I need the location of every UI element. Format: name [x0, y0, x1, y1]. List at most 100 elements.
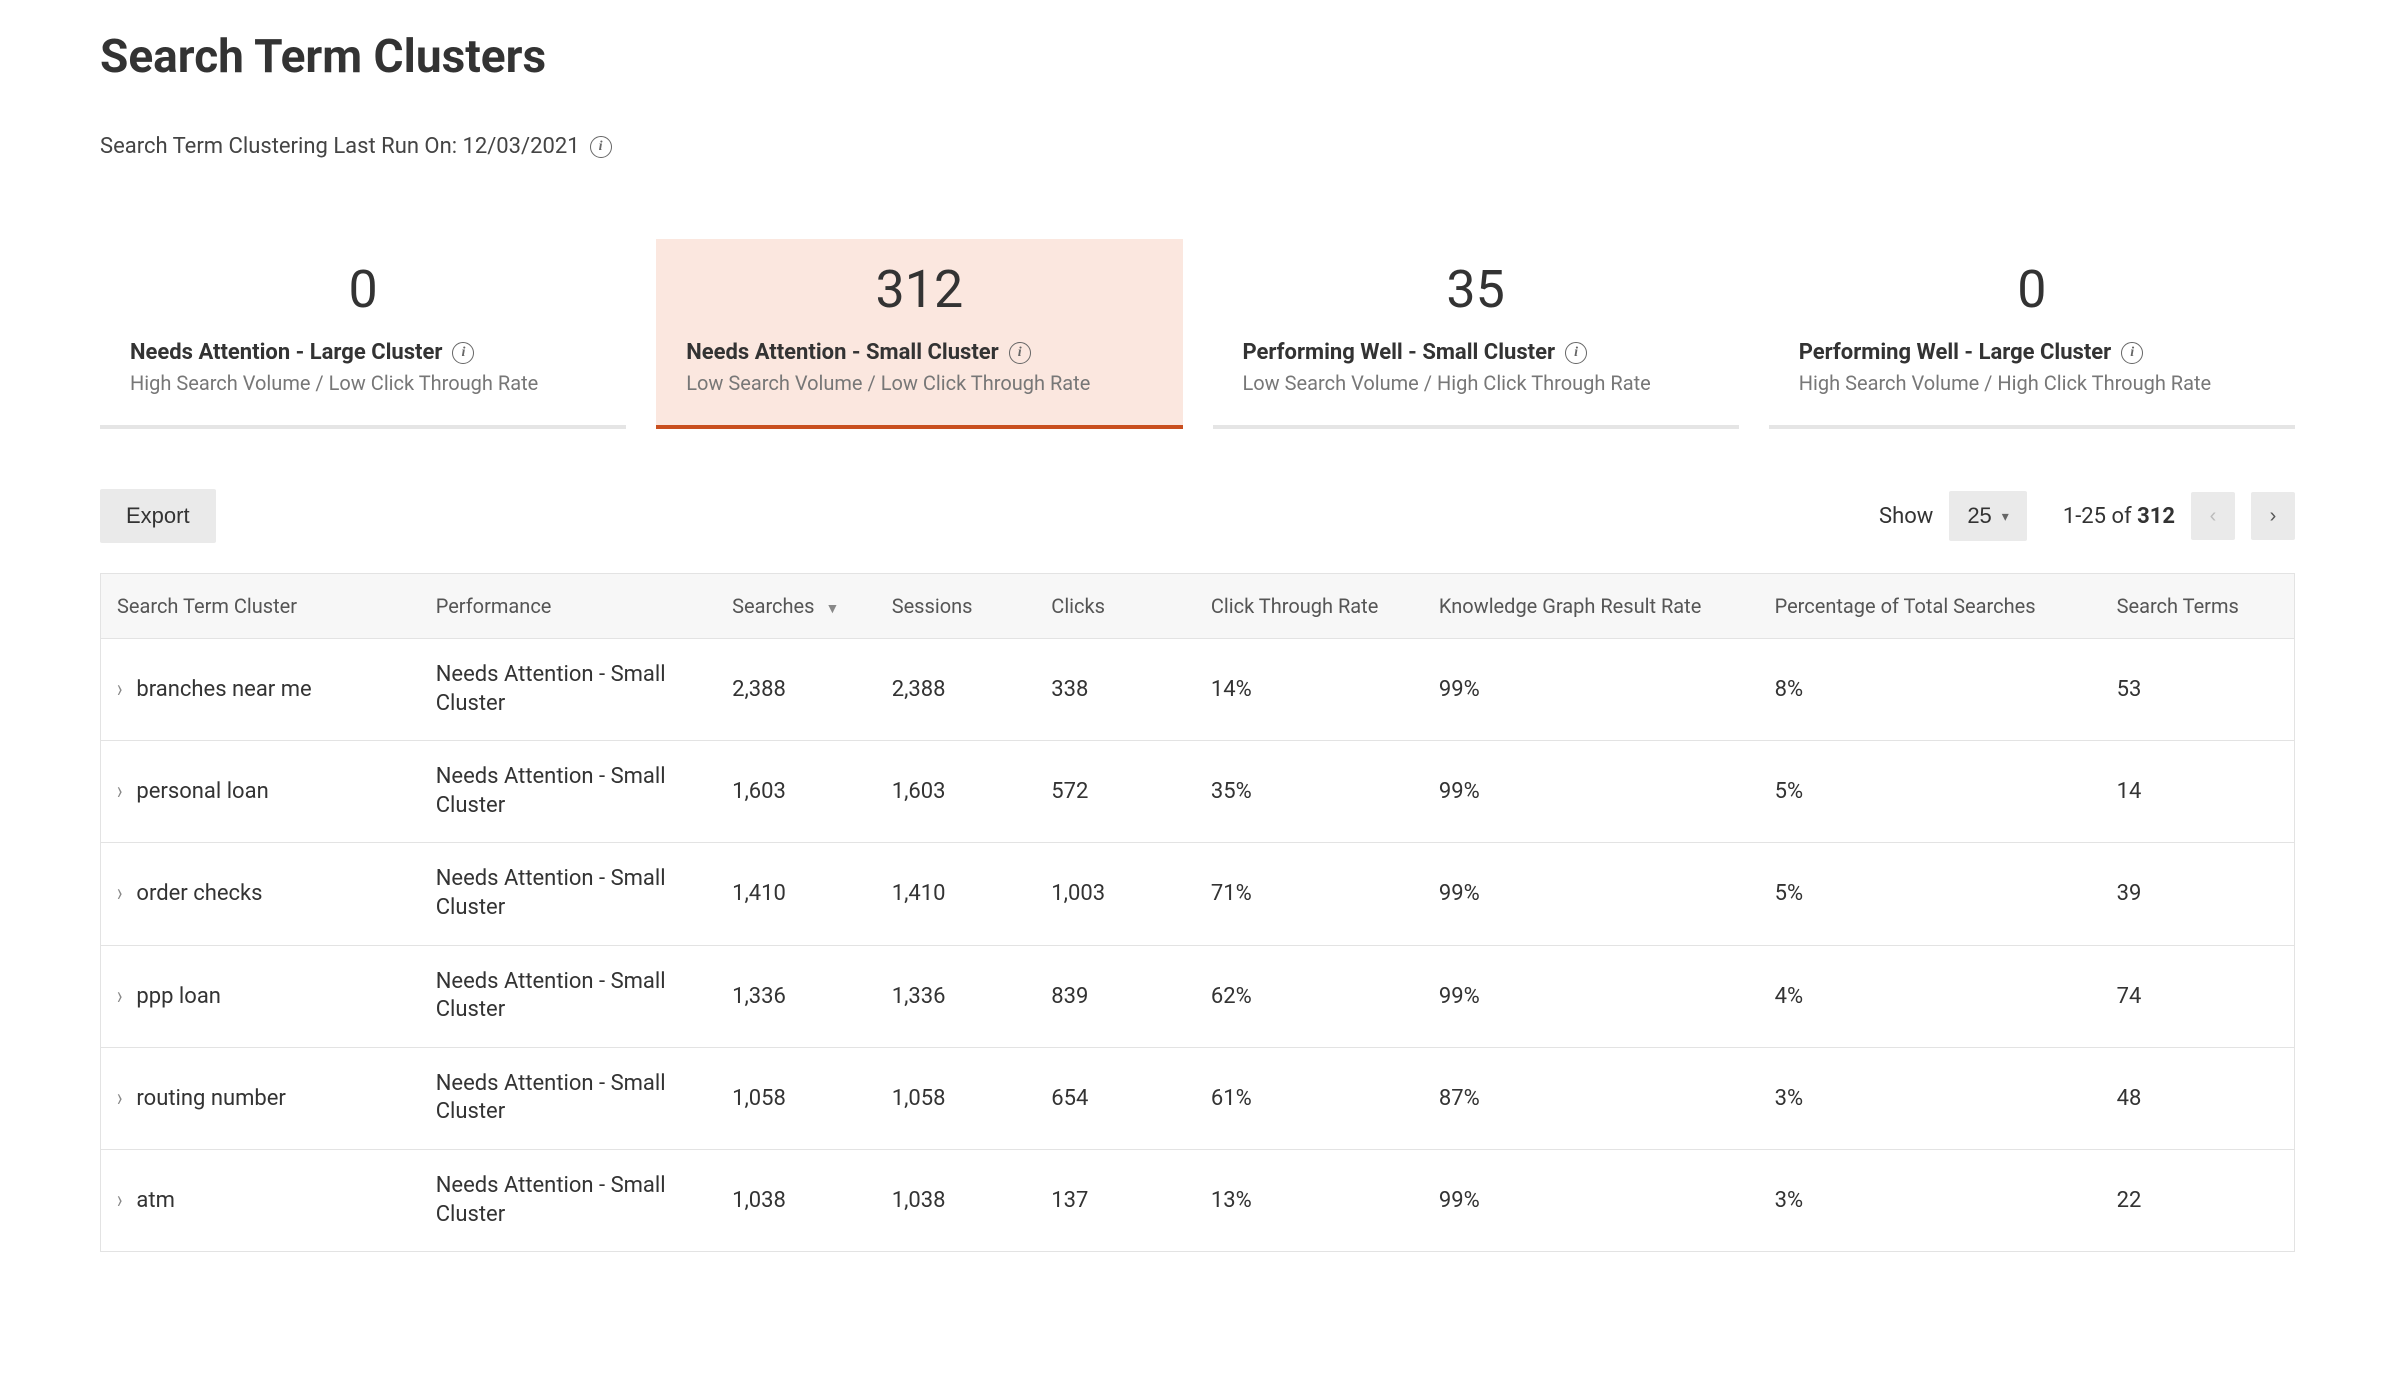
chevron-right-icon[interactable]: › — [117, 777, 122, 806]
summary-card[interactable]: 312 Needs Attention - Small Clusteri Low S… — [656, 239, 1182, 429]
info-icon[interactable]: i — [2121, 342, 2143, 364]
cell-sessions: 1,058 — [876, 1047, 1036, 1149]
cell-cluster[interactable]: ›branches near me — [101, 639, 420, 741]
summary-card[interactable]: 0 Needs Attention - Large Cluster i High Se… — [100, 239, 626, 429]
cell-ctr: 61% — [1195, 1047, 1423, 1149]
cell-pct: 5% — [1759, 741, 2101, 843]
cell-kg: 87% — [1423, 1047, 1759, 1149]
card-subtitle: High Search Volume / Low Click Through R… — [110, 371, 616, 395]
page-range-total: 312 — [2137, 504, 2175, 529]
sort-desc-icon: ▼ — [825, 600, 839, 617]
col-header-searches[interactable]: Searches ▼ — [716, 574, 876, 639]
summary-card[interactable]: 0Performing Well - Large ClusteriHigh Se… — [1769, 239, 2295, 429]
cell-searches: 1,336 — [716, 945, 876, 1047]
cell-clicks: 654 — [1035, 1047, 1195, 1149]
cell-cluster[interactable]: › ppp loan — [101, 945, 420, 1047]
card-title-row: Needs Attention - Large Cluster i — [110, 340, 616, 365]
card-subtitle: Low Search Volume / Low Click Through Ra… — [666, 371, 1172, 395]
col-header-cluster[interactable]: Search Term Cluster — [101, 574, 420, 639]
info-icon[interactable]: i — [1565, 342, 1587, 364]
card-subtitle: High Search Volume / High Click Through … — [1779, 371, 2285, 395]
cell-terms: 39 — [2101, 843, 2295, 945]
pagination: Show 25 ▾ 1-25 of 312 ‹ › — [1879, 491, 2295, 541]
cluster-name: ppp loan — [136, 984, 221, 1009]
cluster-name: atm — [136, 1188, 174, 1213]
card-title: Performing Well - Small Cluster — [1243, 340, 1556, 365]
col-header-ctr[interactable]: Click Through Rate — [1195, 574, 1423, 639]
info-icon[interactable]: i — [590, 136, 612, 158]
cell-terms: 48 — [2101, 1047, 2295, 1149]
col-header-searches-label: Searches — [732, 594, 814, 618]
cell-performance: Needs Attention - Small Cluster — [420, 1047, 716, 1149]
cell-pct: 8% — [1759, 639, 2101, 741]
col-header-performance[interactable]: Performance — [420, 574, 716, 639]
card-title-row: Needs Attention - Small Clusteri — [666, 340, 1172, 365]
cell-searches: 1,603 — [716, 741, 876, 843]
table-row: › ppp loan Needs Attention - Small Cluster… — [101, 945, 2295, 1047]
cell-performance: Needs Attention - Small Cluster — [420, 945, 716, 1047]
cluster-table: Search Term Cluster Performance Searches… — [100, 573, 2295, 1252]
cell-ctr: 13% — [1195, 1149, 1423, 1251]
cluster-name: order checks — [136, 881, 262, 906]
chevron-right-icon[interactable]: › — [117, 981, 122, 1010]
cell-kg: 99% — [1423, 945, 1759, 1047]
page-size-value: 25 — [1967, 503, 1991, 529]
cell-performance: Needs Attention - Small Cluster — [420, 843, 716, 945]
cell-cluster[interactable]: › atm — [101, 1149, 420, 1251]
cell-sessions: 1,336 — [876, 945, 1036, 1047]
cell-searches: 1,038 — [716, 1149, 876, 1251]
chevron-right-icon[interactable]: › — [117, 675, 122, 704]
cell-ctr: 62% — [1195, 945, 1423, 1047]
page-size-select[interactable]: 25 ▾ — [1949, 491, 2027, 541]
page-range: 1-25 of 312 — [2063, 504, 2175, 529]
chevron-right-icon[interactable]: › — [117, 879, 122, 908]
summary-cards: 0 Needs Attention - Large Cluster i High Se… — [100, 239, 2295, 429]
cell-searches: 1,058 — [716, 1047, 876, 1149]
col-header-clicks[interactable]: Clicks — [1035, 574, 1195, 639]
export-button[interactable]: Export — [100, 489, 216, 543]
table-row: ›branches near meNeeds Attention - Small… — [101, 639, 2295, 741]
prev-page-button[interactable]: ‹ — [2191, 492, 2235, 540]
card-value: 0 — [110, 259, 616, 320]
show-label: Show — [1879, 504, 1933, 529]
cell-searches: 1,410 — [716, 843, 876, 945]
info-icon[interactable]: i — [452, 342, 474, 364]
cell-cluster[interactable]: ›routing number — [101, 1047, 420, 1149]
cell-pct: 3% — [1759, 1047, 2101, 1149]
last-run-row: Search Term Clustering Last Run On: 12/0… — [100, 134, 2295, 159]
col-header-pct-total[interactable]: Percentage of Total Searches — [1759, 574, 2101, 639]
toolbar: Export Show 25 ▾ 1-25 of 312 ‹ › — [100, 489, 2295, 543]
chevron-right-icon[interactable]: › — [117, 1084, 122, 1113]
chevron-right-icon[interactable]: › — [117, 1186, 122, 1215]
chevron-down-icon: ▾ — [2002, 508, 2009, 525]
cell-sessions: 1,038 — [876, 1149, 1036, 1251]
table-header-row: Search Term Cluster Performance Searches… — [101, 574, 2295, 639]
cell-cluster[interactable]: › order checks — [101, 843, 420, 945]
col-header-kg[interactable]: Knowledge Graph Result Rate — [1423, 574, 1759, 639]
page-range-current: 1-25 — [2063, 504, 2106, 529]
cell-cluster[interactable]: ›personal loan — [101, 741, 420, 843]
card-title: Needs Attention - Large Cluster — [130, 340, 442, 365]
next-page-button[interactable]: › — [2251, 492, 2295, 540]
card-value: 312 — [666, 259, 1172, 320]
summary-card[interactable]: 35Performing Well - Small ClusteriLow Se… — [1213, 239, 1739, 429]
cell-kg: 99% — [1423, 741, 1759, 843]
page-title: Search Term Clusters — [100, 30, 2295, 84]
table-row: ›personal loanNeeds Attention - Small Cl… — [101, 741, 2295, 843]
col-header-sessions[interactable]: Sessions — [876, 574, 1036, 639]
card-title-row: Performing Well - Small Cluster i — [1223, 340, 1729, 365]
cell-performance: Needs Attention - Small Cluster — [420, 639, 716, 741]
cell-clicks: 137 — [1035, 1149, 1195, 1251]
info-icon[interactable]: i — [1009, 342, 1031, 364]
chevron-left-icon: ‹ — [2210, 505, 2217, 528]
table-row: ›routing numberNeeds Attention - Small C… — [101, 1047, 2295, 1149]
cell-clicks: 839 — [1035, 945, 1195, 1047]
card-subtitle: Low Search Volume / High Click Through R… — [1223, 371, 1729, 395]
cell-kg: 99% — [1423, 843, 1759, 945]
cell-kg: 99% — [1423, 1149, 1759, 1251]
cell-pct: 4% — [1759, 945, 2101, 1047]
card-value: 0 — [1779, 259, 2285, 320]
cell-pct: 5% — [1759, 843, 2101, 945]
col-header-terms[interactable]: Search Terms — [2101, 574, 2295, 639]
cell-terms: 53 — [2101, 639, 2295, 741]
